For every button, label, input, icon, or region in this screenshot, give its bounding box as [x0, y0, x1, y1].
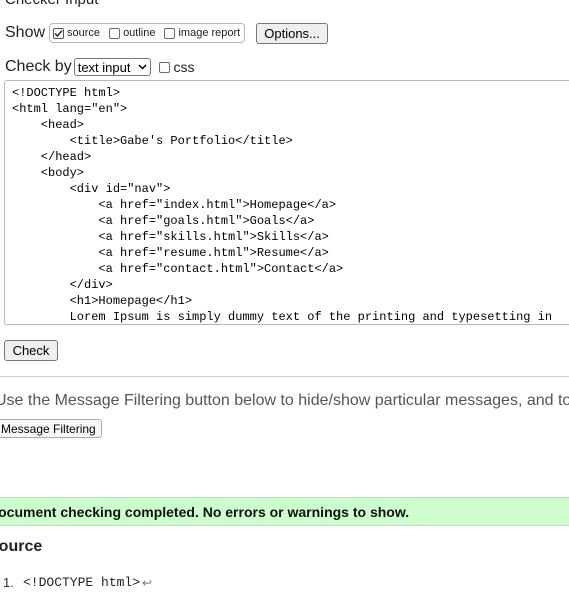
source-textarea[interactable]: <!DOCTYPE html> <html lang="en"> <head> …	[4, 80, 569, 325]
image-report-checkbox[interactable]	[164, 27, 176, 39]
return-icon: ↩	[142, 575, 153, 590]
source-line: 1. <!DOCTYPE html> ↩	[3, 575, 152, 590]
success-message-banner: Document checking completed. No errors o…	[0, 497, 569, 526]
line-number: 1.	[3, 575, 14, 590]
check-by-row: Check by text input css	[5, 57, 194, 77]
message-filtering-button[interactable]: Message Filtering	[0, 419, 102, 438]
code-line: <h1>Homepage</h1>	[12, 294, 193, 308]
page-title: Checker Input	[5, 0, 98, 8]
show-label: Show	[5, 24, 46, 41]
code-line: <a href="index.html">Homepage</a>	[12, 198, 337, 212]
check-by-selected-value: text input	[77, 59, 131, 75]
outline-option-label: outline	[123, 27, 156, 39]
filter-note: Use the Message Filtering button below t…	[0, 392, 569, 409]
image-report-option-label: image report	[178, 27, 241, 39]
css-option[interactable]: css	[159, 59, 194, 75]
code-line: <a href="goals.html">Goals</a>	[12, 214, 315, 228]
source-line-code: <!DOCTYPE html>	[23, 575, 141, 590]
check-by-label: Check by	[5, 58, 72, 75]
source-option-label: source	[67, 27, 101, 39]
code-line: <title>Gabe's Portfolio</title>	[12, 134, 293, 148]
chevron-down-icon	[138, 62, 147, 73]
show-image-report-option[interactable]: image report	[164, 27, 240, 39]
code-line: </div>	[12, 278, 113, 292]
code-line: <head>	[12, 118, 85, 132]
code-line: <a href="skills.html">Skills</a>	[12, 230, 329, 244]
show-outline-option[interactable]: outline	[109, 27, 155, 39]
code-line: <body>	[12, 166, 85, 180]
outline-checkbox[interactable]	[109, 27, 121, 39]
source-heading: Source	[0, 538, 43, 555]
code-line: </head>	[12, 150, 92, 164]
code-line: <a href="resume.html">Resume</a>	[12, 246, 329, 260]
show-source-option[interactable]: source	[53, 27, 100, 39]
code-line: <!DOCTYPE html>	[12, 86, 121, 100]
code-line: <a href="contact.html">Contact</a>	[12, 262, 344, 276]
code-line: <html lang="en">	[12, 102, 128, 116]
css-option-label: css	[173, 59, 195, 75]
show-options-row: Show source outline image report Options…	[5, 22, 328, 44]
source-checkbox[interactable]	[53, 27, 65, 39]
code-line: <div id="nav">	[12, 182, 171, 196]
css-checkbox[interactable]	[159, 61, 171, 73]
check-button[interactable]: Check	[4, 340, 58, 361]
options-button[interactable]: Options...	[256, 22, 328, 44]
check-by-select[interactable]: text input	[73, 58, 152, 76]
success-message: Document checking completed. No errors o…	[0, 503, 410, 520]
show-options-group: source outline image report	[49, 23, 246, 43]
code-line: Lorem Ipsum is simply dummy text of the …	[12, 310, 553, 324]
divider	[0, 376, 569, 377]
